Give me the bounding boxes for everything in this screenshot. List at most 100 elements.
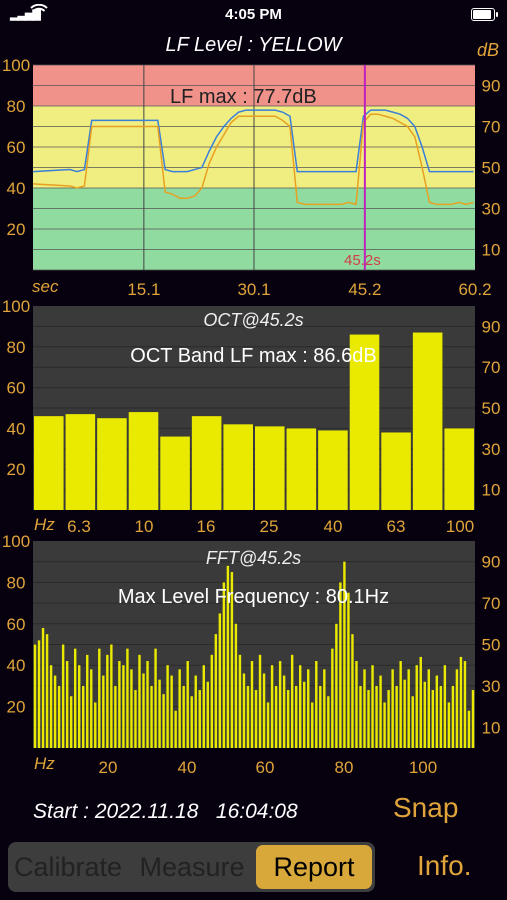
start-time-label: Start : 2022.11.18 16:04:08 [33, 800, 298, 823]
fft-bar [150, 685, 153, 748]
level-x-tick: 45.2 [348, 280, 381, 299]
fft-bar [73, 648, 77, 748]
info-button[interactable]: Info. [417, 850, 471, 882]
octave-chart-annotation: OCT Band LF max : 86.6dB [130, 345, 377, 367]
fft-bar [315, 661, 318, 748]
octave-chart-title: OCT@45.2s [203, 310, 304, 330]
fft-bar [82, 685, 85, 748]
tab-report[interactable]: Report [256, 845, 372, 889]
fft-y-left-tick: 40 [7, 656, 26, 675]
octave-y-left-tick: 40 [7, 419, 26, 438]
fft-bar [363, 669, 366, 748]
fft-bar [435, 675, 439, 748]
fft-bar [146, 661, 149, 748]
fft-bar [447, 702, 451, 748]
octave-x-tick: 10 [135, 517, 154, 536]
fft-bar [455, 669, 459, 748]
tab-calibrate[interactable]: Calibrate [12, 845, 124, 889]
fft-bar [270, 665, 274, 748]
fft-bar [202, 665, 205, 748]
fft-bar [102, 675, 105, 748]
fft-bar [142, 673, 145, 748]
fft-bar [294, 685, 298, 748]
fft-bar [242, 673, 246, 748]
fft-bar [194, 675, 197, 748]
level-y-right-tick: 90 [482, 77, 501, 96]
fft-x-unit: Hz [34, 754, 55, 773]
fft-bar [122, 665, 125, 748]
fft-bar [266, 702, 270, 748]
tab-measure[interactable]: Measure [132, 845, 252, 889]
fft-bar [439, 685, 443, 748]
fft-bar [61, 644, 65, 748]
fft-bar [41, 627, 45, 748]
level-y-right-tick: 70 [482, 118, 501, 137]
octave-y-left-tick: 20 [7, 460, 26, 479]
fft-bar [86, 654, 89, 748]
octave-bar [381, 432, 411, 510]
fft-x-tick: 60 [256, 758, 275, 777]
octave-x-tick: 6.3 [67, 517, 91, 536]
fft-bar [451, 685, 455, 748]
fft-bar [210, 654, 214, 748]
fft-bar [126, 648, 129, 748]
level-cursor-label: 45.2s [344, 252, 381, 269]
fft-x-tick: 20 [99, 758, 118, 777]
fft-bar [94, 702, 97, 748]
fft-bar [186, 661, 189, 748]
fft-bar [258, 654, 262, 748]
snap-button[interactable]: Snap [393, 792, 458, 824]
fft-bar [355, 661, 358, 748]
fft-bar [274, 685, 278, 748]
fft-bar [311, 702, 314, 748]
fft-bar [347, 592, 350, 748]
fft-bar [335, 623, 338, 748]
level-y-left-tick: 100 [2, 56, 30, 75]
fft-bar [351, 634, 354, 748]
fft-bar [78, 665, 81, 748]
fft-bar [37, 640, 41, 748]
fft-bar [154, 648, 157, 748]
fft-bar [198, 690, 201, 748]
fft-bar [218, 613, 222, 748]
fft-bar [114, 685, 117, 748]
fft-bar [98, 648, 101, 748]
fft-y-right-tick: 50 [482, 636, 501, 655]
level-x-unit: sec [32, 277, 59, 296]
fft-bar [254, 690, 258, 748]
octave-bar [444, 428, 474, 510]
fft-bar [299, 665, 302, 748]
fft-bar [90, 669, 93, 748]
fft-bar [419, 656, 422, 748]
fft-bar [158, 679, 161, 748]
fft-y-right-tick: 30 [482, 677, 501, 696]
fft-bar [467, 710, 471, 748]
level-y-left-tick: 40 [7, 179, 26, 198]
fft-bar [415, 665, 418, 748]
fft-bar [250, 661, 254, 748]
fft-chart-title: FFT@45.2s [205, 548, 302, 568]
fft-bar [45, 634, 49, 748]
fft-y-left-tick: 20 [7, 698, 26, 717]
octave-chart: 1008060402090705030106.3 10 16 25 40 63 100 [2, 300, 501, 536]
fft-bar [395, 685, 398, 748]
fft-bar [459, 656, 463, 748]
fft-x-tick: 40 [178, 758, 197, 777]
segmented-tab-bar: Calibrate Measure Report [8, 842, 375, 892]
octave-bar [128, 412, 159, 510]
fft-x-tick: 100 [409, 758, 437, 777]
level-x-tick: 60.2 [458, 280, 491, 299]
fft-bar [162, 694, 165, 748]
octave-x-tick: 63 [387, 517, 406, 536]
fft-bar [174, 710, 177, 748]
octave-x-tick: 16 [197, 517, 216, 536]
octave-x-unit: Hz [34, 515, 55, 534]
fft-bar [331, 648, 334, 748]
octave-bar [223, 424, 253, 510]
fft-bar [234, 623, 238, 748]
fft-bar [427, 669, 430, 748]
octave-y-right-tick: 50 [482, 399, 501, 418]
fft-bar [278, 661, 282, 748]
fft-bar [106, 654, 109, 748]
fft-bar [407, 669, 410, 748]
